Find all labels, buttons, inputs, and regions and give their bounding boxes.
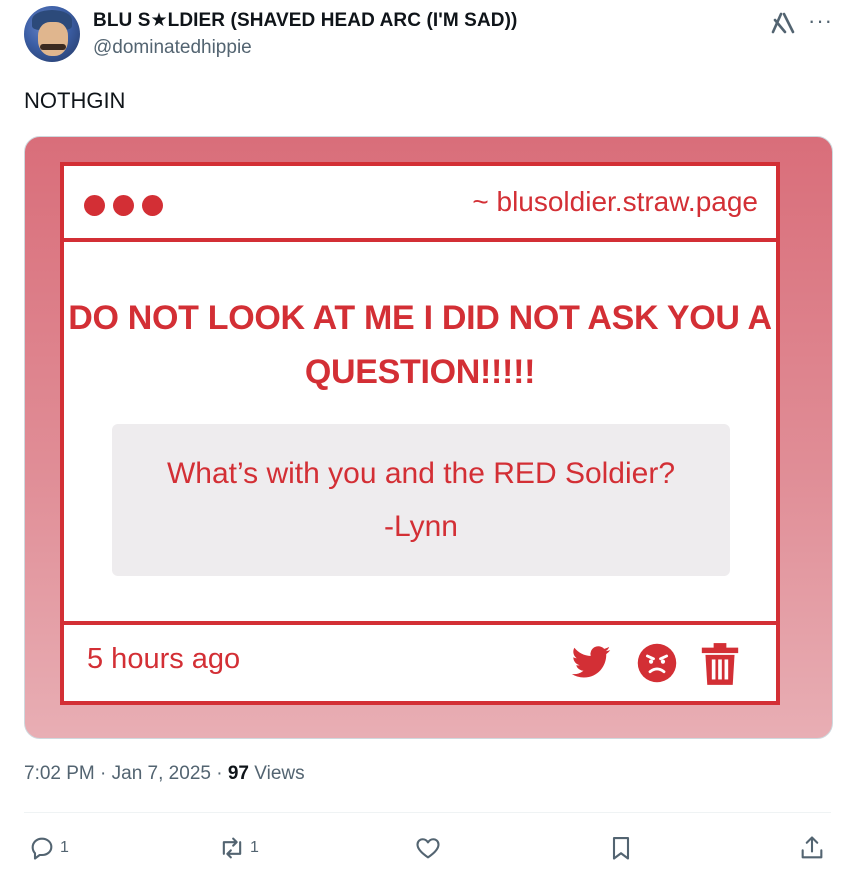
repost-icon	[222, 837, 242, 859]
timestamp[interactable]: 7:02 PM · Jan 7, 2025 ·	[24, 763, 228, 784]
avatar-strap	[40, 44, 66, 50]
share-icon	[801, 836, 823, 859]
grok-icon[interactable]	[770, 10, 796, 36]
tweet-text: NOTHGIN	[24, 88, 126, 113]
heart-icon	[416, 838, 440, 859]
more-icon[interactable]: ···	[808, 8, 833, 34]
reply-button[interactable]: 1	[28, 834, 69, 862]
tweet-meta: 7:02 PM · Jan 7, 2025 · 97 Views	[24, 763, 305, 785]
browser-url: ~ blusoldier.straw.page	[472, 186, 758, 217]
browser-footer: 5 hours ago	[64, 621, 776, 701]
reply-icon	[31, 837, 53, 860]
reply-count: 1	[60, 839, 69, 856]
browser-bar: ~ blusoldier.straw.page	[64, 166, 776, 242]
window-dot	[142, 195, 163, 216]
window-dot	[113, 195, 134, 216]
like-button[interactable]	[414, 834, 442, 862]
views-count: 97	[227, 763, 249, 784]
author-display-name[interactable]: BLU S★LDIER (SHAVED HEAD ARC (I'M SAD))	[93, 9, 517, 32]
media-image[interactable]: ~ blusoldier.straw.page DO NOT LOOK AT M…	[24, 136, 833, 739]
divider	[24, 812, 831, 813]
question-box: What’s with you and the RED Soldier? -Ly…	[112, 424, 730, 576]
bookmark-icon	[612, 837, 630, 860]
angry-face-icon	[637, 643, 677, 683]
avatar[interactable]	[24, 6, 80, 62]
views-label: Views	[254, 763, 305, 784]
browser-window: ~ blusoldier.straw.page DO NOT LOOK AT M…	[60, 162, 780, 705]
page-headline: DO NOT LOOK AT ME I DID NOT ASK YOU A QU…	[68, 299, 772, 391]
repost-button[interactable]: 1	[218, 834, 259, 862]
bookmark-button[interactable]	[607, 834, 635, 862]
question-text: What’s with you and the RED Soldier? -Ly…	[166, 457, 676, 543]
twitter-bird-icon	[571, 646, 611, 678]
window-dot	[84, 195, 105, 216]
trash-icon	[701, 643, 739, 685]
author-handle[interactable]: @dominatedhippie	[93, 37, 252, 59]
repost-count: 1	[250, 839, 259, 856]
avatar-face	[38, 22, 68, 56]
time-ago: 5 hours ago	[87, 643, 241, 675]
share-button[interactable]	[798, 834, 826, 862]
